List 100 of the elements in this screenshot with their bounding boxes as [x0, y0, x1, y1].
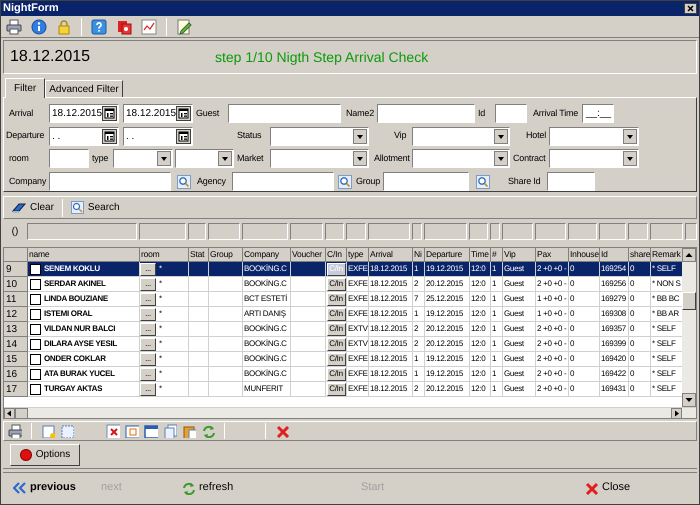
dropdown-field[interactable] — [113, 149, 173, 168]
column-filter-field[interactable] — [27, 223, 137, 240]
browse-button[interactable]: ... — [140, 278, 156, 290]
dropdown-field[interactable] — [412, 149, 510, 168]
row-number[interactable]: 15 — [4, 352, 28, 367]
column-header[interactable]: share — [629, 248, 651, 262]
column-header[interactable]: Arrival — [369, 248, 413, 262]
column-header[interactable]: Time — [470, 248, 491, 262]
column-header[interactable]: type — [347, 248, 369, 262]
info-icon[interactable] — [31, 18, 47, 34]
column-header[interactable]: Stat — [189, 248, 209, 262]
checkbox[interactable] — [30, 324, 41, 334]
table-row[interactable]: 13 VILDAN NUR BALCI ... * BOOKİNG.C C/In EXTV 18.12.2015 2 20.12.2015 12:0 1 Guest 2 +0 +0 - 0 169357 0 * SELF — [4, 322, 682, 337]
check-in-button[interactable]: C/In — [326, 278, 346, 290]
column-header[interactable]: Ni — [413, 248, 425, 262]
column-filter-field[interactable] — [535, 223, 566, 240]
vertical-scrollbar[interactable] — [682, 248, 696, 407]
text-field[interactable]: __:__ — [582, 104, 614, 123]
horizontal-scrollbar[interactable] — [4, 407, 696, 418]
column-filter-field[interactable] — [139, 223, 186, 240]
date-field[interactable]: 18.12.2015 — [123, 104, 193, 123]
column-header[interactable]: room — [140, 248, 189, 262]
date-field[interactable]: . . — [49, 126, 119, 146]
calendar-icon[interactable] — [102, 128, 117, 144]
row-number[interactable]: 16 — [4, 367, 28, 382]
column-header[interactable]: Remark — [651, 248, 682, 262]
filter-tab[interactable]: Advanced Filter — [45, 80, 123, 97]
column-header[interactable]: Group — [209, 248, 243, 262]
date-field[interactable]: 18.12.2015 — [49, 104, 119, 123]
checkbox[interactable] — [30, 384, 41, 394]
printer-icon[interactable] — [6, 18, 22, 34]
row-number[interactable]: 11 — [4, 292, 28, 307]
table-row[interactable]: 12 ISTEMI ORAL ... * ARTI DANIŞ C/In EXFE 18.12.2015 1 19.12.2015 12:0 1 Guest 1 +0 +0 - 0 169308 0 * BB AR — [4, 307, 682, 322]
column-header[interactable]: Voucher — [291, 248, 326, 262]
column-header[interactable]: Vip — [503, 248, 536, 262]
calendar-icon[interactable] — [176, 128, 191, 144]
text-field[interactable] — [228, 104, 341, 123]
options-button[interactable]: Options — [10, 444, 80, 466]
check-in-button[interactable]: C/In — [326, 322, 346, 336]
browse-button[interactable]: ... — [140, 262, 156, 276]
checkbox[interactable] — [30, 368, 41, 380]
table-row[interactable]: 11 LINDA BOUZIANE ... * BCT ESTETİ C/In EXFE 18.12.2015 7 25.12.2015 12:0 1 Guest 1 +0 +0 - 0 169279 0 * BB BC — [4, 292, 682, 307]
row-number[interactable]: 9 — [4, 262, 28, 277]
dropdown-field[interactable] — [412, 126, 510, 146]
browse-button[interactable]: ... — [140, 322, 156, 336]
search-icon[interactable] — [476, 174, 490, 189]
column-filter-field[interactable] — [628, 223, 648, 240]
checkbox[interactable] — [30, 308, 41, 320]
close-icon[interactable] — [684, 3, 697, 14]
text-field[interactable] — [547, 172, 595, 192]
table-row[interactable]: 16 ATA BURAK YUCEL ... * BOOKİNG.C C/In EXFE 18.12.2015 1 19.12.2015 12:0 1 Guest 2 +0 +0 - 0 169422 0 * SELF — [4, 367, 682, 382]
text-field[interactable] — [232, 172, 334, 192]
dropdown-field[interactable] — [549, 149, 639, 168]
dropdown-field[interactable] — [175, 149, 234, 168]
checkbox[interactable] — [30, 278, 41, 290]
paste-icon[interactable] — [182, 424, 196, 438]
refresh-button[interactable]: refresh — [181, 479, 234, 496]
close-button[interactable]: Close — [584, 479, 630, 496]
column-filter-field[interactable] — [412, 223, 422, 240]
column-filter-field[interactable] — [208, 223, 240, 240]
chart-icon[interactable] — [141, 18, 157, 34]
column-filter-field[interactable] — [368, 223, 410, 240]
calendar-icon[interactable] — [102, 106, 118, 121]
text-field[interactable] — [377, 104, 475, 123]
row-number[interactable]: 17 — [4, 382, 28, 397]
calendar-icon[interactable] — [176, 106, 192, 121]
checkbox[interactable] — [30, 294, 41, 304]
column-filter-field[interactable] — [469, 223, 488, 240]
column-filter-field[interactable] — [599, 223, 626, 240]
date-field[interactable]: . . — [123, 126, 193, 146]
item-icon[interactable] — [125, 424, 139, 438]
browse-button[interactable]: ... — [140, 292, 156, 306]
window-icon[interactable] — [144, 424, 158, 438]
row-number[interactable]: 12 — [4, 307, 28, 322]
table-row[interactable]: 15 ONDER COKLAR ... * BOOKİNG.C C/In EXFE 18.12.2015 1 19.12.2015 12:0 1 Guest 2 +0 +0 - 0 169420 0 * SELF — [4, 352, 682, 367]
filter-tab[interactable]: Filter — [5, 78, 46, 98]
dropdown-field[interactable] — [270, 149, 369, 168]
browse-button[interactable]: ... — [140, 368, 156, 380]
column-filter-field[interactable] — [685, 223, 697, 240]
row-number[interactable]: 14 — [4, 337, 28, 352]
text-field[interactable] — [49, 149, 89, 168]
search-icon[interactable] — [177, 174, 191, 189]
check-in-button[interactable]: C/In — [326, 382, 346, 396]
check-in-button[interactable]: C/In — [326, 292, 346, 306]
column-filter-field[interactable] — [568, 223, 597, 240]
text-field[interactable] — [383, 172, 469, 192]
column-filter-field[interactable] — [346, 223, 366, 240]
column-filter-field[interactable] — [242, 223, 288, 240]
column-header[interactable]: Departure — [425, 248, 470, 262]
column-filter-field[interactable] — [490, 223, 500, 240]
search-button[interactable]: Search — [70, 200, 120, 215]
check-in-button[interactable]: C/In — [326, 308, 346, 320]
check-in-button[interactable]: C/In — [326, 352, 346, 366]
column-header[interactable]: Id — [600, 248, 629, 262]
column-header[interactable]: name — [28, 248, 140, 262]
scrollbar-thumb[interactable] — [682, 292, 696, 310]
checkbox[interactable] — [30, 354, 41, 364]
browse-button[interactable]: ... — [140, 352, 156, 366]
copy-icon[interactable] — [163, 424, 177, 438]
browse-button[interactable]: ... — [140, 338, 156, 350]
